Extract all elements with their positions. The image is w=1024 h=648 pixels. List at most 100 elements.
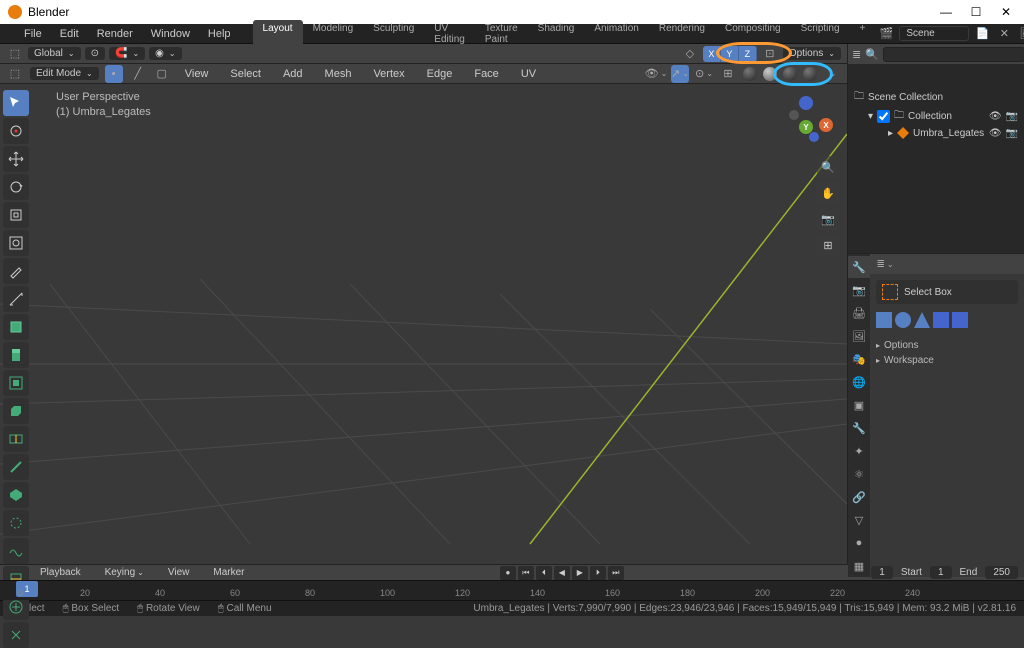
tl-marker[interactable]: Marker [205,565,252,580]
shape-circle[interactable] [895,312,911,328]
shading-wireframe-icon[interactable] [743,67,757,81]
gizmo-neg[interactable] [789,110,799,120]
navigation-gizmo[interactable]: X Y [781,90,837,146]
pivot-icon[interactable]: ⊙ [85,47,105,60]
edge-select-icon[interactable]: ╱ [129,65,147,83]
overlay-icon[interactable]: ⊡ [761,45,779,63]
tool-bevel[interactable] [3,398,29,424]
gizmo-show-icon[interactable]: ↗ [671,65,689,83]
ptab-object[interactable]: ▣ [848,394,870,416]
tool-transform[interactable] [3,230,29,256]
collection-checkbox[interactable] [877,110,890,123]
shading-dropdown-icon[interactable] [823,65,841,83]
xray-icon[interactable]: ⊞ [719,65,737,83]
ptab-viewlayer[interactable]: 🖼 [848,325,870,347]
gizmo-toggle-icon[interactable]: ◇ [681,45,699,63]
axis-y[interactable]: Y [721,46,739,62]
editor-type-icon-2[interactable]: ⬚ [6,65,24,83]
timeline-ruler[interactable]: 1 0 20 40 60 80 100 120 140 160 180 200 … [0,580,1024,600]
shape-4[interactable] [933,312,949,328]
scene-del-icon[interactable]: ✕ [995,25,1013,43]
maximize-button[interactable]: ☐ [970,5,982,19]
ptab-physics[interactable]: ⚛ [848,463,870,485]
tool-loopcut[interactable] [3,426,29,452]
props-type-icon[interactable]: ≣ [876,255,894,273]
gizmo-z[interactable] [799,96,813,110]
render-icon[interactable]: 📷 [1006,128,1018,139]
shading-lookdev-icon[interactable] [783,67,797,81]
shading-solid-icon[interactable] [763,67,777,81]
ptab-tool[interactable]: 🔧 [848,256,870,278]
options-dropdown[interactable]: Options [783,47,841,60]
menu-view[interactable]: View [177,66,217,82]
viewport[interactable]: User Perspective (1) Umbra_Legates X Y 🔍… [0,84,847,564]
keyframe-next-icon[interactable]: ⏵ [590,566,606,580]
overlay-toggle-icon[interactable]: ⊙ [695,65,713,83]
tool-smooth[interactable] [3,538,29,564]
ptab-render[interactable]: 📷 [848,279,870,301]
camera-icon[interactable]: 📷 [817,208,839,230]
tool-annotate[interactable] [3,258,29,284]
tl-keying[interactable]: Keying [97,565,152,580]
snap-icon[interactable]: 🧲 [109,47,145,60]
autokey-icon[interactable]: ● [500,566,516,580]
vertex-select-icon[interactable]: ▪ [105,65,123,83]
face-select-icon[interactable]: ▢ [153,65,171,83]
menu-window[interactable]: Window [143,26,198,42]
proportional-icon[interactable]: ◉ [149,47,181,60]
persp-icon[interactable]: ⊞ [817,234,839,256]
eye-icon[interactable]: 👁 [989,128,1002,139]
ptab-material[interactable]: ● [848,532,870,554]
keyframe-prev-icon[interactable]: ⏴ [536,566,552,580]
zoom-icon[interactable]: 🔍 [817,156,839,178]
chevron-down-icon[interactable]: ▾ [868,111,873,122]
ptab-scene[interactable]: 🎭 [848,348,870,370]
current-frame[interactable]: 1 [871,566,893,579]
tool-cursor[interactable] [3,118,29,144]
tool-rip[interactable] [3,622,29,648]
menu-help[interactable]: Help [200,26,239,42]
tool-add-cube[interactable] [3,314,29,340]
menu-select[interactable]: Select [222,66,269,82]
axis-x[interactable]: X [703,46,721,62]
tl-playback[interactable]: Playback [32,565,89,580]
scene-name-input[interactable] [899,26,969,41]
menu-edge[interactable]: Edge [419,66,461,82]
outliner-type-icon[interactable]: ≣ [852,45,861,63]
gizmo-neg2[interactable] [809,132,819,142]
ptab-modifier[interactable]: 🔧 [848,417,870,439]
tool-spin[interactable] [3,510,29,536]
ptab-mesh[interactable]: ▽ [848,509,870,531]
jump-start-icon[interactable]: ⏮ [518,566,534,580]
shape-5[interactable] [952,312,968,328]
menu-edit[interactable]: Edit [52,26,87,42]
panel-options[interactable]: Options [876,338,1018,353]
tree-collection[interactable]: ▾ 🗀 Collection 👁 📷 [854,107,1018,126]
play-icon[interactable]: ▶ [572,566,588,580]
menu-file[interactable]: File [16,26,50,42]
tool-extrude[interactable] [3,342,29,368]
menu-face[interactable]: Face [466,66,506,82]
close-button[interactable]: ✕ [1000,5,1012,19]
ptab-constraint[interactable]: 🔗 [848,486,870,508]
tree-scene-collection[interactable]: 🗀 Scene Collection [854,88,1018,107]
render-icon[interactable]: 📷 [1006,111,1018,122]
tool-knife[interactable] [3,454,29,480]
panel-workspace[interactable]: Workspace [876,353,1018,368]
play-reverse-icon[interactable]: ◀ [554,566,570,580]
shape-rect[interactable] [876,312,892,328]
eye-icon[interactable]: 👁 [989,111,1002,122]
pan-icon[interactable]: ✋ [817,182,839,204]
chevron-right-icon[interactable]: ▸ [888,128,893,139]
ptab-world[interactable]: 🌐 [848,371,870,393]
tool-rotate[interactable] [3,174,29,200]
menu-add[interactable]: Add [275,66,311,82]
outliner-search[interactable] [883,47,1024,62]
menu-mesh[interactable]: Mesh [317,66,360,82]
tl-view[interactable]: View [160,565,198,580]
gizmo-x[interactable]: X [819,118,833,132]
scene-new-icon[interactable]: 📄 [973,25,991,43]
tool-inset[interactable] [3,370,29,396]
tool-polybuild[interactable] [3,482,29,508]
tool-scale[interactable] [3,202,29,228]
